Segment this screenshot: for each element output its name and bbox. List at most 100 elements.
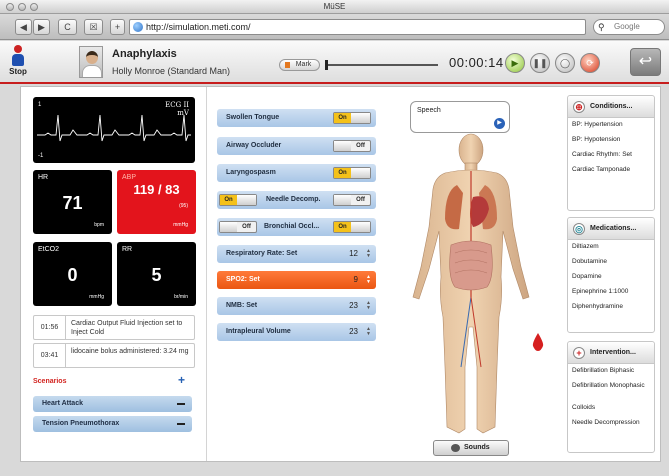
rr-unit: br/min xyxy=(174,294,188,300)
collapse-icon[interactable] xyxy=(177,423,185,425)
list-item[interactable]: Cardiac Tamponade xyxy=(568,163,654,178)
respiratory-rate-value: 12 xyxy=(349,249,358,258)
rr-monitor[interactable]: RR 5 br/min xyxy=(117,242,196,306)
speech-label: Speech xyxy=(417,107,441,114)
toggle-knob xyxy=(334,195,351,205)
scenario-label: Tension Pneumothorax xyxy=(42,420,120,427)
list-item[interactable]: Diphenhydramine xyxy=(568,300,654,315)
timeline-scrubber[interactable] xyxy=(325,60,438,70)
stop-button[interactable]: Stop xyxy=(5,45,31,81)
intestines-organ xyxy=(449,240,493,291)
toggle-knob xyxy=(351,113,370,123)
etco2-label: EtCO2 xyxy=(38,246,60,253)
control-label: Laryngospasm xyxy=(226,169,276,176)
toggle-state: On xyxy=(220,195,237,205)
mark-button[interactable]: Mark xyxy=(279,59,320,71)
control-nmb[interactable]: NMB: Set 23 ▲ ▼ xyxy=(217,297,376,315)
hr-monitor[interactable]: HR 71 bpm xyxy=(33,170,112,234)
search-input[interactable]: ⚲ Google xyxy=(593,19,665,35)
toggle-state: On xyxy=(334,168,351,178)
sounds-button[interactable]: Sounds xyxy=(433,440,509,456)
title-bar: MüSE xyxy=(0,0,669,14)
url-field[interactable]: http://simulation.meti.com/ xyxy=(129,19,586,35)
intrapleural-value: 23 xyxy=(349,327,358,336)
list-item[interactable]: Colloids xyxy=(568,401,654,416)
scenario-item[interactable]: Tension Pneumothorax xyxy=(33,416,192,432)
control-respiratory-rate[interactable]: Respiratory Rate: Set 12 ▲ ▼ xyxy=(217,245,376,263)
list-item[interactable]: Epinephrine 1:1000 xyxy=(568,285,654,300)
refresh-icon[interactable]: ⟳ xyxy=(580,53,600,73)
list-item[interactable]: Defibrillation Biphasic xyxy=(568,364,654,379)
bronchial-right-toggle[interactable]: On xyxy=(333,221,371,233)
needle-decomp-right-toggle[interactable]: Off xyxy=(333,194,371,206)
toggle-knob xyxy=(220,222,237,232)
etco2-monitor[interactable]: EtCO2 0 mmHg xyxy=(33,242,112,306)
scrubber-handle[interactable] xyxy=(325,60,328,70)
laryngospasm-toggle[interactable]: On xyxy=(333,167,371,179)
abp-label: ABP xyxy=(122,174,137,181)
control-label: Bronchial Occl... xyxy=(264,223,320,230)
blood-drop-icon[interactable] xyxy=(532,333,544,351)
simulation-panel: 1 ECG II mV -1 HR 71 bpm ABP 119 / 83 (9… xyxy=(20,86,661,462)
toggle-state: On xyxy=(334,113,351,123)
needle-decomp-left-toggle[interactable]: On xyxy=(219,194,257,206)
medications-panel: ◎ Medications... Diltiazem Dobutamine Do… xyxy=(567,217,655,333)
control-label: SPO2: Set xyxy=(226,276,260,283)
reload-button[interactable]: C xyxy=(58,19,77,35)
list-item[interactable]: Needle Decompression xyxy=(568,416,654,431)
control-intrapleural-volume[interactable]: Intrapleural Volume 23 ▲ ▼ xyxy=(217,323,376,341)
return-button[interactable]: ↩ xyxy=(630,48,661,76)
abp-monitor[interactable]: ABP 119 / 83 (95) mmHg xyxy=(117,170,196,234)
patient-body-diagram[interactable] xyxy=(387,127,555,445)
scenario-item[interactable]: Heart Attack xyxy=(33,396,192,412)
control-label: Airway Occluder xyxy=(226,142,282,149)
list-item[interactable]: Dopamine xyxy=(568,270,654,285)
stepper-icon[interactable]: ▲ ▼ xyxy=(366,327,371,337)
control-spo2[interactable]: SPO2: Set 9 ▲ ▼ xyxy=(217,271,376,289)
back-button[interactable]: ◀ xyxy=(15,19,32,35)
play-button[interactable]: ▶ xyxy=(505,53,525,73)
browser-window: MüSE ◀ ▶ C ☒ + http://simulation.meti.co… xyxy=(0,0,669,476)
patient-avatar[interactable] xyxy=(79,46,103,78)
event-log-entry: 01:56 Cardiac Output Fluid Injection set… xyxy=(33,315,195,340)
reset-button[interactable]: ◯ xyxy=(555,53,575,73)
medications-header[interactable]: ◎ Medications... xyxy=(568,218,654,240)
stepper-icon[interactable]: ▲ ▼ xyxy=(366,275,371,285)
toggle-knob xyxy=(351,168,370,178)
interventions-panel: + Intervention... Defibrillation Biphasi… xyxy=(567,341,655,453)
ecg-lead: ECG II xyxy=(165,101,189,109)
stop-label: Stop xyxy=(9,67,27,76)
abp-unit: mmHg xyxy=(173,222,188,228)
window-title: MüSE xyxy=(323,2,346,11)
stepper-icon[interactable]: ▲ ▼ xyxy=(366,301,371,311)
stop-figure-icon xyxy=(10,45,26,67)
list-item[interactable]: Defibrillation Monophasic xyxy=(568,379,654,401)
etco2-value: 0 xyxy=(67,265,78,285)
conditions-header[interactable]: ⊕ Conditions... xyxy=(568,96,654,118)
list-item[interactable]: BP: Hypotension xyxy=(568,133,654,148)
list-item[interactable]: Diltiazem xyxy=(568,240,654,255)
interventions-title: Intervention... xyxy=(590,349,636,356)
ecg-scale-max: 1 xyxy=(38,102,42,108)
stepper-icon[interactable]: ▲ ▼ xyxy=(366,249,371,259)
control-swollen-tongue: Swollen Tongue On xyxy=(217,109,376,127)
search-icon: ⚲ xyxy=(598,22,605,32)
sounds-label: Sounds xyxy=(464,444,490,451)
collapse-icon[interactable] xyxy=(177,403,185,405)
list-item[interactable]: BP: Hypertension xyxy=(568,118,654,133)
speaker-icon xyxy=(451,444,460,452)
forward-button[interactable]: ▶ xyxy=(33,19,50,35)
airway-occluder-toggle[interactable]: Off xyxy=(333,140,371,152)
list-item[interactable]: Cardiac Rhythm: Set xyxy=(568,148,654,163)
log-message: Cardiac Output Fluid Injection set to In… xyxy=(71,320,183,336)
rr-label: RR xyxy=(122,246,133,253)
pause-button[interactable]: ❚❚ xyxy=(530,53,550,73)
conditions-panel: ⊕ Conditions... BP: Hypertension BP: Hyp… xyxy=(567,95,655,211)
swollen-tongue-toggle[interactable]: On xyxy=(333,112,371,124)
interventions-header[interactable]: + Intervention... xyxy=(568,342,654,364)
bronchial-left-toggle[interactable]: Off xyxy=(219,221,257,233)
bookmark-icon[interactable]: ☒ xyxy=(84,19,103,35)
list-item[interactable]: Dobutamine xyxy=(568,255,654,270)
add-scenario-button[interactable]: + xyxy=(178,373,185,387)
add-bookmark-button[interactable]: + xyxy=(110,19,125,35)
